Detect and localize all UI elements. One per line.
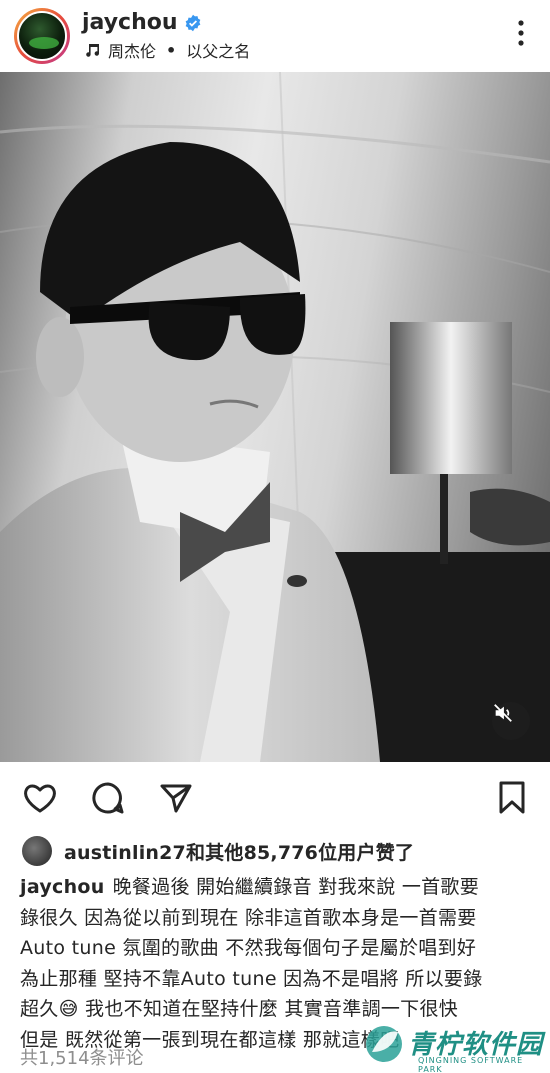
caption-line: 錄很久 因為從以前到現在 除非這首歌本身是一首需要 xyxy=(20,906,477,929)
username-row[interactable]: jaychou xyxy=(82,10,202,35)
caption-username[interactable]: jaychou xyxy=(20,876,105,898)
speaker-muted-icon xyxy=(494,704,512,722)
likes-text[interactable]: austinlin27和其他85,776位用户赞了 xyxy=(64,838,414,865)
save-bookmark-icon[interactable] xyxy=(494,780,530,816)
mute-toggle[interactable] xyxy=(492,702,530,740)
watermark-sub: QINGNING SOFTWARE PARK xyxy=(418,1056,524,1073)
avatar-image xyxy=(17,11,67,61)
comment-bubble-icon[interactable] xyxy=(90,780,126,816)
caption-text: 晚餐過後 開始繼續錄音 對我來說 一首歌要 xyxy=(112,876,480,898)
music-artist: 周杰伦 xyxy=(108,42,157,61)
music-info[interactable]: 周杰伦 • 以父之名 xyxy=(84,38,250,62)
leaf-logo-icon xyxy=(366,1026,402,1062)
view-comments-link[interactable]: 共1,514条评论 xyxy=(20,1044,144,1070)
more-options-icon[interactable] xyxy=(514,18,528,48)
caption-line: 為止那種 堅持不靠Auto tune 因為不是唱將 所以要錄 xyxy=(20,967,483,990)
like-heart-icon[interactable] xyxy=(22,780,58,816)
profile-avatar[interactable] xyxy=(14,8,70,64)
share-send-icon[interactable] xyxy=(158,780,194,816)
separator-dot: • xyxy=(166,40,177,60)
song-title: 以父之名 xyxy=(186,42,251,61)
likes-summary[interactable]: austinlin27和其他85,776位用户赞了 xyxy=(22,836,414,866)
action-bar xyxy=(0,772,550,824)
post-image xyxy=(0,72,550,762)
verified-badge-icon xyxy=(185,14,200,31)
caption-line: Auto tune 氛圍的歌曲 不然我每個句子是屬於唱到好 xyxy=(20,937,477,959)
username[interactable]: jaychou xyxy=(82,10,178,35)
post-header: jaychou 周杰伦 • 以父之名 xyxy=(0,0,550,72)
caption-line: jaychou 晚餐過後 開始繼續錄音 對我來說 一首歌要 xyxy=(20,872,534,903)
liker-avatar[interactable] xyxy=(22,836,52,866)
post-photo[interactable] xyxy=(0,72,550,762)
music-note-icon xyxy=(86,44,100,57)
watermark: 青柠软件园 QINGNING SOFTWARE PARK xyxy=(360,1018,550,1073)
